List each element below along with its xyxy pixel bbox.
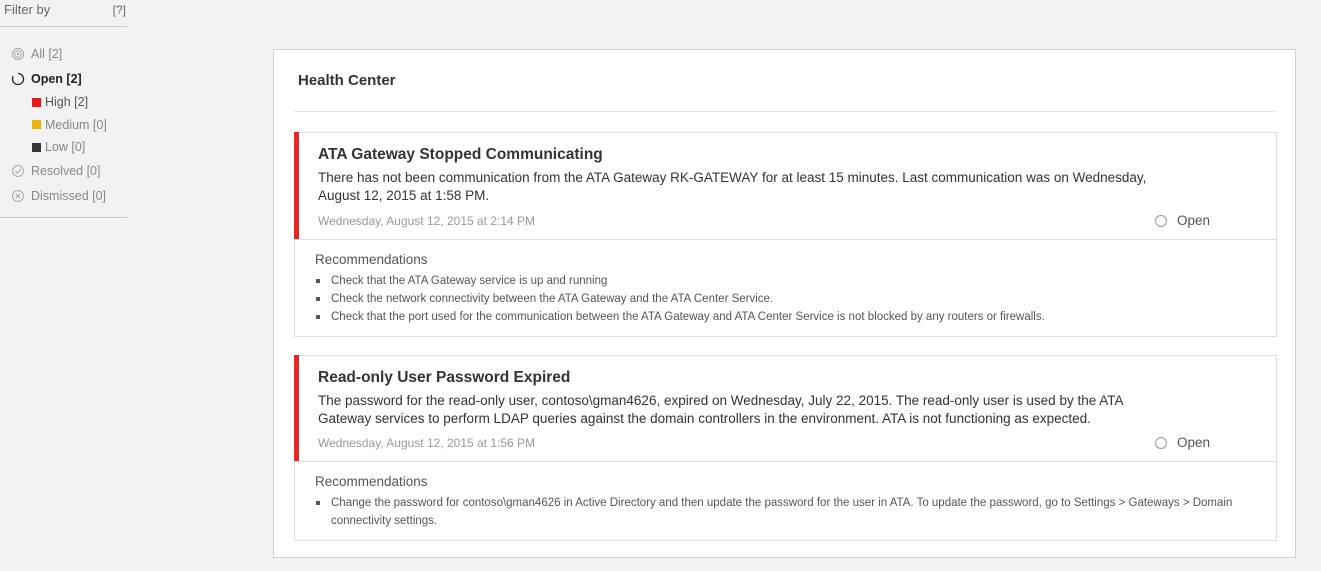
filter-all-label: All [2] — [31, 46, 63, 61]
filter-high[interactable]: High [2] — [0, 91, 127, 114]
alert-header: ATA Gateway Stopped Communicating There … — [294, 132, 1276, 239]
page-title: Health Center — [298, 72, 396, 89]
alert-description: There has not been communication from th… — [318, 170, 1147, 203]
recommendation-item: Check that the port used for the communi… — [315, 308, 1256, 326]
filter-high-label: High [2] — [45, 95, 89, 110]
filter-all[interactable]: All [2] — [0, 41, 127, 66]
recommendation-item: Check that the ATA Gateway service is up… — [315, 272, 1256, 290]
filter-dismissed-label: Dismissed [0] — [31, 189, 107, 203]
filter-resolved-label: Resolved [0] — [31, 164, 101, 178]
resolved-check-icon — [12, 165, 24, 177]
filter-header: Filter by [?] — [0, 0, 127, 27]
alert-description: The password for the read-only user, con… — [318, 393, 1123, 426]
filter-help-link[interactable]: [?] — [113, 3, 126, 17]
recommendations-list: Check that the ATA Gateway service is up… — [315, 272, 1256, 326]
filter-open-label: Open [2] — [31, 71, 82, 86]
recommendations-title: Recommendations — [315, 474, 428, 489]
filter-open[interactable]: Open [2] — [0, 66, 127, 91]
filter-low[interactable]: Low [0] — [0, 136, 127, 159]
recommendation-item: Check the network connectivity between t… — [315, 290, 1256, 308]
filter-dismissed[interactable]: Dismissed [0] — [0, 184, 127, 209]
filter-medium[interactable]: Medium [0] — [0, 114, 127, 137]
alert-card: Read-only User Password Expired The pass… — [294, 355, 1277, 541]
health-center-panel: Health Center ATA Gateway Stopped Commun… — [273, 49, 1296, 558]
alert-title: ATA Gateway Stopped Communicating — [318, 146, 603, 163]
medium-severity-icon — [32, 120, 41, 130]
recommendations: Recommendations Check that the ATA Gatew… — [295, 239, 1276, 336]
alert-timestamp: Wednesday, August 12, 2015 at 1:56 PM — [318, 436, 536, 450]
recommendations-title: Recommendations — [315, 252, 428, 267]
recommendation-item: Change the password for contoso\gman4626… — [315, 494, 1241, 530]
filter-low-label: Low [0] — [45, 140, 86, 155]
filter-medium-label: Medium [0] — [45, 117, 107, 132]
filter-resolved[interactable]: Resolved [0] — [0, 159, 127, 184]
filter-sidebar: Filter by [?] All [2] Open [2] High [2] … — [0, 0, 127, 218]
open-circle-icon — [11, 72, 25, 85]
all-target-icon — [12, 47, 24, 60]
filter-list: All [2] Open [2] High [2] Medium [0] Low… — [0, 27, 127, 218]
alert-timestamp: Wednesday, August 12, 2015 at 2:14 PM — [318, 214, 536, 228]
alert-status-button[interactable]: Open — [1154, 213, 1210, 228]
alert-status-button[interactable]: Open — [1154, 435, 1210, 450]
open-status-icon — [1154, 436, 1167, 449]
dismissed-x-icon — [12, 190, 24, 202]
alert-header: Read-only User Password Expired The pass… — [294, 355, 1276, 461]
title-divider — [294, 111, 1275, 112]
open-status-icon — [1154, 214, 1167, 227]
alert-status-label: Open — [1176, 213, 1210, 228]
alert-card: ATA Gateway Stopped Communicating There … — [294, 132, 1277, 337]
recommendations: Recommendations Change the password for … — [295, 461, 1276, 540]
low-severity-icon — [32, 142, 41, 152]
high-severity-icon — [32, 97, 41, 107]
alert-status-label: Open — [1176, 435, 1210, 450]
filter-title: Filter by — [4, 2, 51, 17]
recommendations-list: Change the password for contoso\gman4626… — [315, 494, 1256, 530]
alert-title: Read-only User Password Expired — [318, 369, 571, 386]
